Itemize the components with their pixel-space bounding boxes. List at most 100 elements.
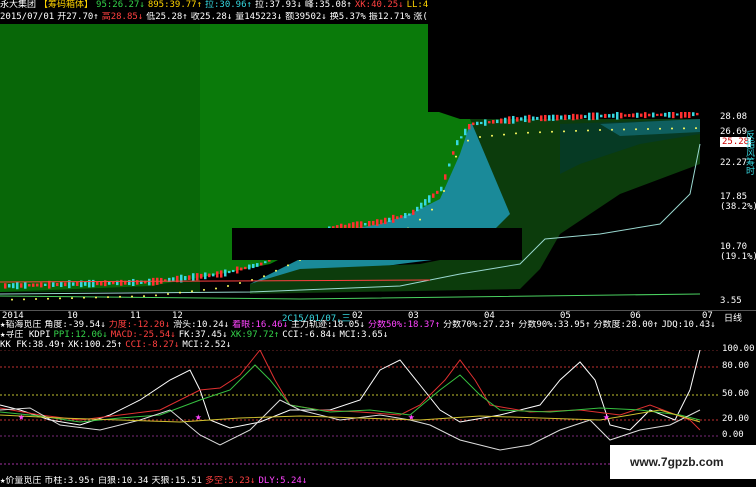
indicator1-value: 着眼:16.46↓ — [232, 320, 289, 330]
candle — [380, 219, 383, 225]
price-label: 28.08 — [720, 112, 748, 122]
indicator1-value: 分数50%:18.37↑ — [367, 320, 441, 330]
footer-title[interactable]: ★价量觅庄 — [0, 476, 41, 486]
support-line-2 — [0, 293, 701, 300]
candle — [76, 281, 79, 286]
candle — [420, 202, 423, 209]
candle — [480, 121, 483, 125]
candle — [220, 270, 223, 278]
ma-dot — [623, 128, 625, 131]
candle — [224, 269, 227, 277]
header2-value: 高28.85↓ — [101, 12, 144, 22]
indicator1-value: JDQ:10.43↓ — [661, 320, 716, 330]
header2-value: 低25.28↑ — [146, 12, 188, 22]
header1-value: 895:39.77↑ — [147, 0, 202, 10]
candle — [512, 115, 515, 124]
ma-dot — [83, 296, 85, 299]
indicator1-value: 分数度:28.00↑ — [593, 320, 659, 330]
candle — [212, 273, 215, 277]
ma-dot — [599, 129, 601, 131]
star-marker: ★ — [195, 410, 202, 423]
candle — [8, 284, 11, 288]
candle — [260, 262, 263, 266]
candle — [552, 114, 555, 121]
indicator2-value: FK:37.45↓ — [178, 330, 228, 340]
candle — [64, 282, 67, 287]
ma-dot — [239, 282, 241, 284]
ma-dot — [479, 136, 481, 138]
indicator1-value: 主力轨迹:18.05↓ — [291, 320, 365, 330]
candle — [504, 117, 507, 124]
candle — [184, 276, 187, 281]
candle — [596, 112, 599, 120]
indicator2-value: MACD:-25.54↓ — [110, 330, 176, 340]
candle — [508, 116, 511, 125]
candle — [216, 271, 219, 278]
stock-name[interactable]: 永大集团 — [0, 0, 36, 10]
candle — [248, 264, 251, 270]
header2-value: 量145223↓ — [235, 12, 283, 22]
indicator3-value: MCI:2.52↓ — [182, 340, 232, 350]
candle — [32, 283, 35, 287]
header1-value: 拉:30.96↑ — [205, 0, 252, 10]
ma-dot — [431, 208, 433, 211]
footer-value: 白狼:10.34 — [97, 476, 149, 486]
ma-dot — [551, 130, 553, 133]
candle — [372, 220, 375, 226]
ma-dot — [683, 127, 685, 130]
footer-value: 多空:5.23↓ — [204, 476, 256, 486]
candle — [544, 114, 547, 122]
candle — [44, 283, 47, 286]
indicator2-value: XK:97.72↑ — [230, 330, 280, 340]
ma-dot — [503, 133, 505, 136]
ma-dot — [35, 298, 37, 301]
candle — [660, 113, 663, 117]
candle — [468, 124, 471, 130]
candle — [56, 282, 59, 287]
ma-dot — [635, 128, 637, 131]
candle — [208, 273, 211, 278]
candle — [52, 282, 55, 287]
candle — [4, 283, 7, 289]
osc-label: 50.00 — [722, 389, 750, 399]
candle — [600, 114, 603, 118]
osc-line-white-2 — [0, 399, 701, 451]
star-marker: ★ — [18, 410, 25, 423]
osc-line-green — [0, 364, 701, 423]
candle — [16, 281, 19, 290]
candle — [196, 273, 199, 281]
indicator2-value: CCI:-6.84↓ — [282, 330, 337, 340]
candle — [448, 163, 451, 167]
indicator3-value: XK:100.25↑ — [68, 340, 123, 350]
candle — [436, 190, 439, 194]
indicator-title[interactable]: ★韬海觅庄 — [0, 320, 41, 330]
candle — [460, 136, 463, 139]
candle — [668, 111, 671, 118]
ma-dot — [527, 131, 529, 134]
header-line-1: 永大集团 【筹码箱体】 95:26.27↓ 895:39.77↑ 拉:30.96↑ 拉:3… — [0, 0, 430, 11]
footer-line: ★价量觅庄 币柱:3.95↑ 白狼:10.34 天狼:15.51 多空:5.23↓ DLY… — [0, 476, 600, 487]
indicator-title[interactable]: ★寻庄 KDPI — [0, 330, 51, 340]
ma-dot — [59, 297, 61, 300]
header2-value: 振12.71% — [368, 12, 411, 22]
candle — [92, 279, 95, 288]
ma-dot — [467, 139, 469, 142]
candle — [588, 112, 591, 121]
candle — [608, 114, 611, 118]
candle — [636, 112, 639, 118]
candle — [440, 186, 443, 192]
candle — [472, 122, 475, 126]
candle — [40, 282, 43, 288]
header1-value: 拉:37.93↓ — [254, 0, 302, 10]
price-label: 17.85 — [720, 192, 748, 202]
candle — [20, 283, 23, 288]
indicator1-value: 分数70%:27.23↑ — [443, 320, 516, 330]
candle — [648, 113, 651, 117]
formula-name[interactable]: 【筹码箱体】 — [39, 0, 93, 10]
candle — [388, 217, 391, 222]
candle — [444, 174, 447, 180]
ma-dot — [659, 127, 661, 130]
candle — [404, 213, 407, 219]
ma-dot — [179, 291, 181, 294]
ma-dot — [455, 155, 457, 158]
